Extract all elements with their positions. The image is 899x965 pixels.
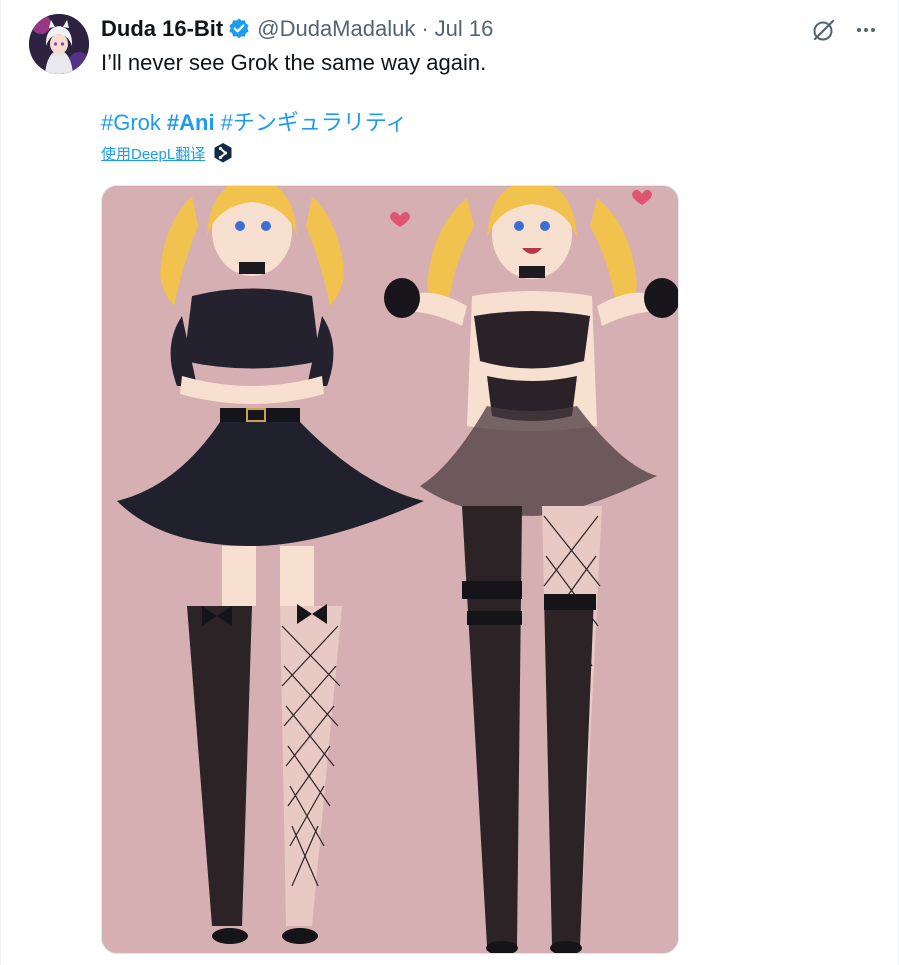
- deepl-icon: [213, 142, 233, 164]
- tweet-media-image[interactable]: [101, 185, 679, 954]
- verified-badge-icon: [227, 17, 251, 41]
- grok-icon[interactable]: [810, 16, 838, 44]
- translate-row: 使用DeepL翻译: [101, 142, 233, 164]
- hashtag-singularity[interactable]: #チンギュラリティ: [221, 110, 408, 135]
- author-display-name[interactable]: Duda 16-Bit: [101, 16, 223, 42]
- anime-illustration-icon: [102, 186, 678, 953]
- separator-dot: ·: [421, 16, 429, 41]
- tweet-text: I’ll never see Grok the same way again.: [101, 50, 487, 75]
- hashtag-ani[interactable]: #Ani: [167, 110, 215, 135]
- author-handle[interactable]: @DudaMadaluk: [257, 16, 415, 42]
- tweet-top-actions: [810, 16, 880, 44]
- translate-link[interactable]: 使用DeepL翻译: [101, 143, 205, 164]
- tweet-date[interactable]: Jul 16: [435, 16, 494, 42]
- more-icon[interactable]: [852, 16, 880, 44]
- tweet-header: Duda 16-Bit @DudaMadaluk · Jul 16: [101, 15, 493, 43]
- author-avatar[interactable]: [29, 14, 89, 74]
- hashtag-grok[interactable]: #Grok: [101, 110, 161, 135]
- tweet-container: Duda 16-Bit @DudaMadaluk · Jul 16 I’ll n: [0, 0, 899, 965]
- hashtag-row: #Grok #Ani #チンギュラリティ: [101, 110, 414, 136]
